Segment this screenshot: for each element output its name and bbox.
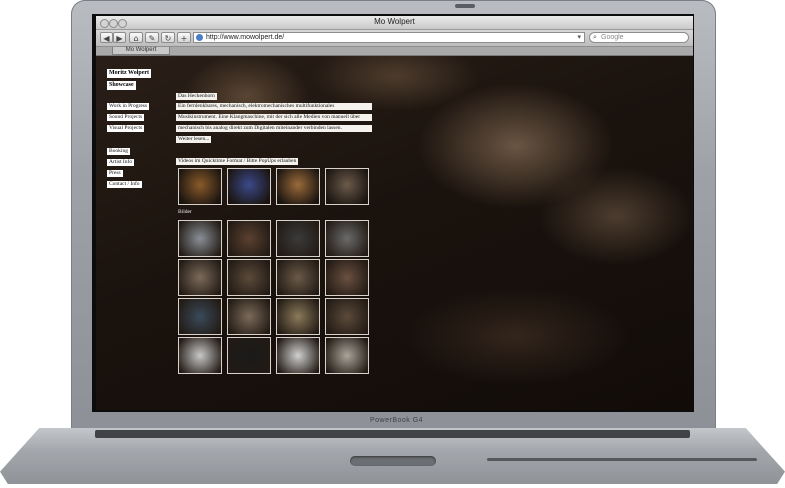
forward-button[interactable]: ▶ [113,32,126,43]
nav-booking[interactable]: Booking [107,148,130,155]
optical-drive-slot [487,458,757,461]
bookmark-button[interactable]: ✎ [145,32,159,43]
nav-press[interactable]: Press [107,170,123,177]
article-heading: Das Heckenhorn [176,93,217,100]
article-line-3: mechanisch bis analog direkt zum Digital… [176,125,372,132]
image-thumbnail[interactable] [178,337,222,374]
title-bar: Mo Wolpert [96,16,693,30]
home-button[interactable]: ⌂ [129,32,143,43]
image-thumbnail[interactable] [276,259,320,296]
image-thumbnail[interactable] [325,298,369,335]
image-thumbnail[interactable] [227,298,271,335]
keyboard [95,430,690,438]
video-thumbnail[interactable] [178,168,222,205]
image-thumbnail[interactable] [276,337,320,374]
nav-sound-projects[interactable]: Sound Projects [107,114,145,121]
video-thumbnail[interactable] [276,168,320,205]
nav-visual-projects[interactable]: Visual Projects [107,125,145,132]
article-line-1: Ein fernlenkbares, mechanisch, elektrome… [176,103,372,110]
image-thumbnail[interactable] [178,259,222,296]
globe-icon [196,34,203,41]
camera-icon [455,4,475,8]
images-heading: Bilder [178,209,192,215]
image-thumbnail[interactable] [178,220,222,257]
image-thumbnail[interactable] [276,298,320,335]
image-thumbnail[interactable] [325,259,369,296]
image-thumbnail[interactable] [325,337,369,374]
window-title: Mo Wolpert [374,17,415,26]
article-line-2: Musikinstrument. Eine Klangmaschine, mit… [176,114,372,121]
nav-work-in-progress[interactable]: Work in Progress [107,103,150,110]
video-thumbnail[interactable] [325,168,369,205]
image-thumbnail[interactable] [227,220,271,257]
search-field[interactable]: ⌕ Google [589,32,689,43]
video-thumbnail[interactable] [227,168,271,205]
browser-window: Mo Wolpert ◀ ▶ ⌂ ✎ ↻ + http://www.mowolp… [96,16,693,410]
reload-button[interactable]: ↻ [161,32,175,43]
read-more-link[interactable]: Weiter lesen... [176,136,212,143]
tab-mo-wolpert[interactable]: Mo Wolpert [112,47,170,55]
search-icon: ⌕ [593,34,597,41]
site-name[interactable]: Moritz Wolpert [107,69,152,78]
nav-contact-info[interactable]: Contact / Info [107,181,142,188]
videos-heading: Videos im Quicktime Format / Bitte PopUp… [176,158,299,165]
add-bookmark-button[interactable]: + [177,32,191,43]
dropdown-arrow-icon[interactable]: ▾ [577,33,581,42]
web-page: Moritz Wolpert Showcase Work in Progress… [96,56,693,410]
search-placeholder: Google [601,34,624,41]
site-subtitle[interactable]: Showcase [107,81,136,90]
address-text: http://www.mowolpert.de/ [206,34,285,41]
tab-bar: Mo Wolpert [96,47,693,56]
image-thumbnail[interactable] [276,220,320,257]
back-button[interactable]: ◀ [100,32,113,43]
nav-artist-info[interactable]: Artist Info [107,159,135,166]
laptop-brand-label: PowerBook G4 [370,417,424,424]
image-thumbnail[interactable] [178,298,222,335]
image-thumbnail[interactable] [227,337,271,374]
lid-latch [350,456,436,466]
address-bar[interactable]: http://www.mowolpert.de/ ▾ [193,32,585,43]
image-thumbnail[interactable] [325,220,369,257]
browser-toolbar: ◀ ▶ ⌂ ✎ ↻ + http://www.mowolpert.de/ ▾ ⌕… [96,30,693,47]
image-thumbnail[interactable] [227,259,271,296]
